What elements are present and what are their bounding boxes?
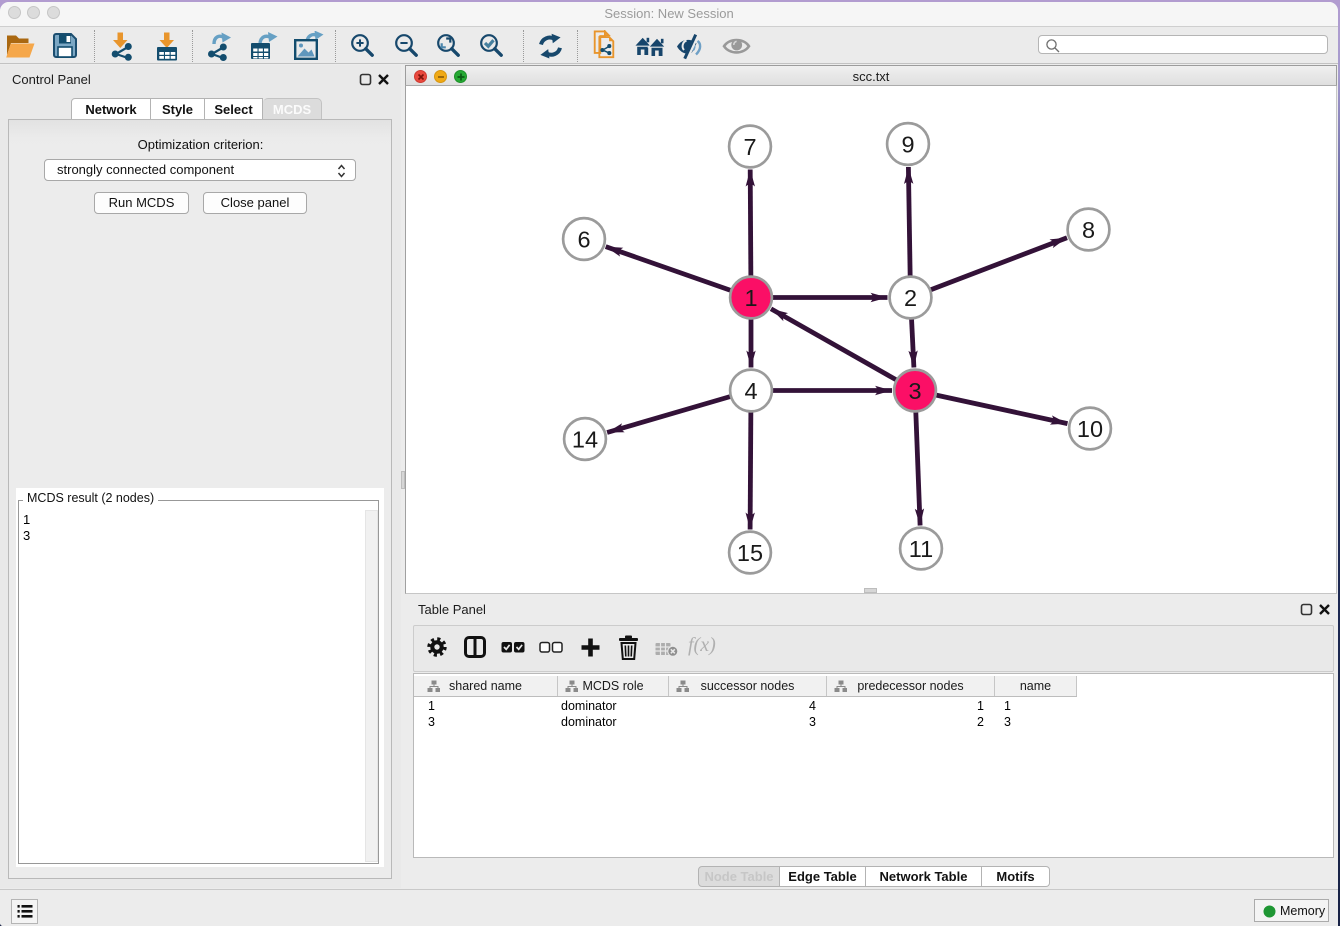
svg-text:9: 9 xyxy=(901,132,914,158)
svg-text:7: 7 xyxy=(743,134,756,160)
svg-text:6: 6 xyxy=(577,227,590,253)
svg-text:10: 10 xyxy=(1077,416,1103,442)
svg-text:11: 11 xyxy=(909,536,933,562)
svg-text:3: 3 xyxy=(908,378,921,404)
svg-text:1: 1 xyxy=(744,285,757,311)
svg-text:8: 8 xyxy=(1082,217,1095,243)
svg-text:2: 2 xyxy=(904,285,917,311)
svg-text:14: 14 xyxy=(572,427,598,453)
svg-text:15: 15 xyxy=(737,540,763,566)
svg-text:4: 4 xyxy=(744,378,757,404)
